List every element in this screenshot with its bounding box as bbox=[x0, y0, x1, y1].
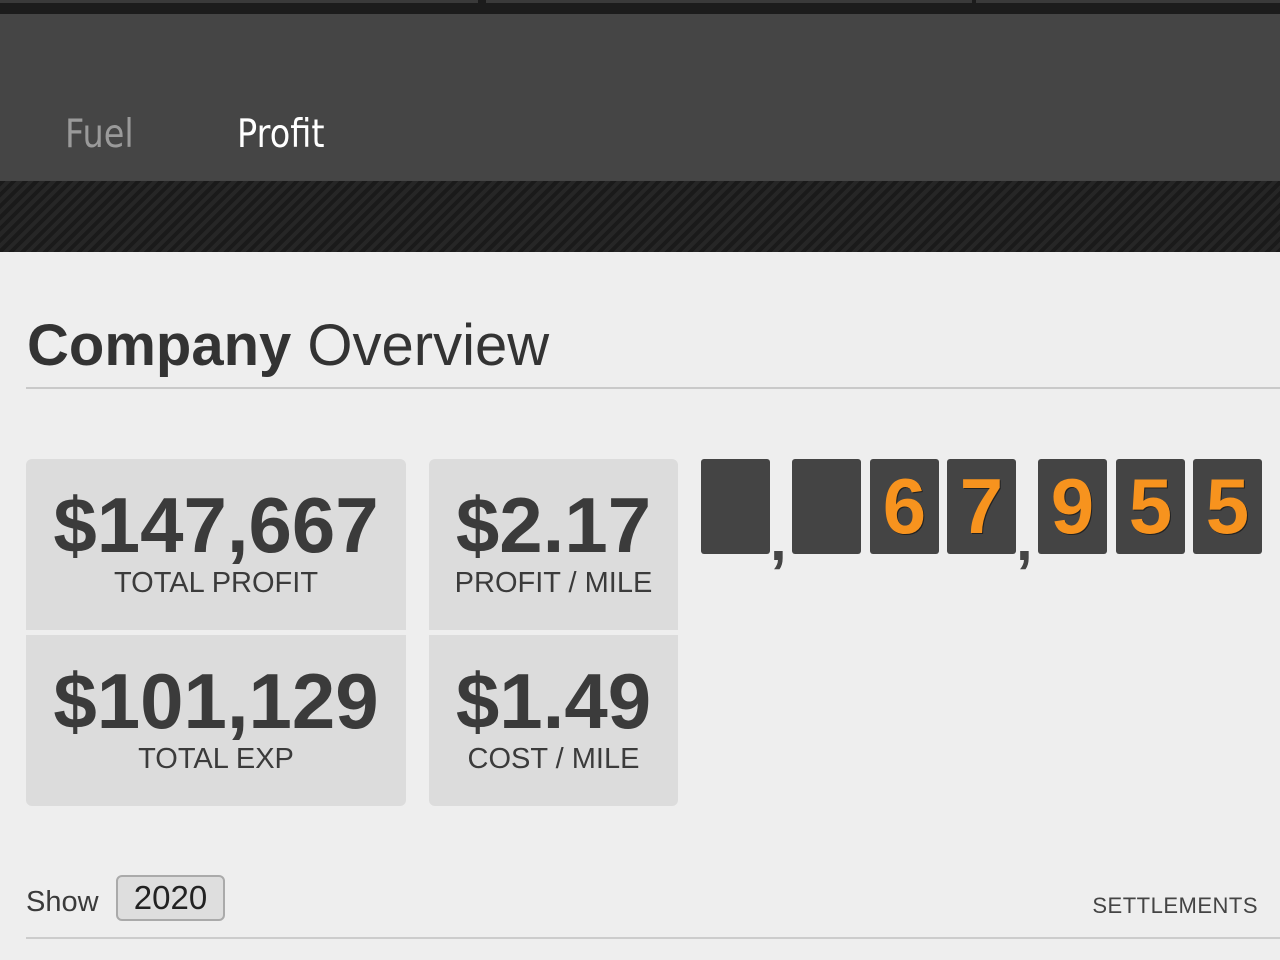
top-nav-bar: Fuel Profit bbox=[0, 0, 1280, 181]
total-exp-card: $101,129 TOTAL EXP bbox=[26, 635, 406, 806]
total-exp-label: TOTAL EXP bbox=[138, 743, 294, 775]
total-profit-value: $147,667 bbox=[53, 481, 379, 569]
odometer-digit: 5 bbox=[1193, 459, 1262, 554]
cost-per-mile-card: $1.49 COST / MILE bbox=[429, 635, 678, 806]
page-title-light: Overview bbox=[307, 313, 550, 378]
profit-per-mile-value: $2.17 bbox=[455, 481, 652, 569]
total-exp-value: $101,129 bbox=[53, 657, 379, 745]
decorative-stripe-band bbox=[0, 181, 1280, 252]
profit-per-mile-label: PROFIT / MILE bbox=[454, 567, 653, 599]
odometer-separator: , bbox=[770, 506, 787, 573]
tab-profit[interactable]: Profit bbox=[237, 112, 324, 157]
total-profit-label: TOTAL PROFIT bbox=[113, 567, 319, 599]
profit-per-mile-card: $2.17 PROFIT / MILE bbox=[429, 459, 678, 630]
cost-per-mile-label: COST / MILE bbox=[467, 743, 640, 775]
odometer-separator: , bbox=[1016, 506, 1033, 573]
odometer-digit: 5 bbox=[1116, 459, 1185, 554]
page-title: Company Overview bbox=[27, 312, 549, 379]
total-profit-card: $147,667 TOTAL PROFIT bbox=[26, 459, 406, 630]
bottom-divider bbox=[26, 937, 1280, 939]
year-select[interactable]: 2020 bbox=[116, 875, 225, 921]
top-edge-strip bbox=[0, 0, 1280, 14]
odometer-digit: 9 bbox=[1038, 459, 1107, 554]
odometer-digit bbox=[792, 459, 861, 554]
odometer-digit: 6 bbox=[870, 459, 939, 554]
odometer-digit: 7 bbox=[947, 459, 1016, 554]
page-title-bold: Company bbox=[27, 313, 292, 378]
show-label: Show bbox=[26, 886, 99, 918]
tab-fuel[interactable]: Fuel bbox=[65, 112, 134, 157]
odometer-digit bbox=[701, 459, 770, 554]
settlements-link[interactable]: SETTLEMENTS bbox=[1092, 893, 1258, 919]
cost-per-mile-value: $1.49 bbox=[455, 657, 652, 745]
title-divider bbox=[26, 387, 1280, 389]
